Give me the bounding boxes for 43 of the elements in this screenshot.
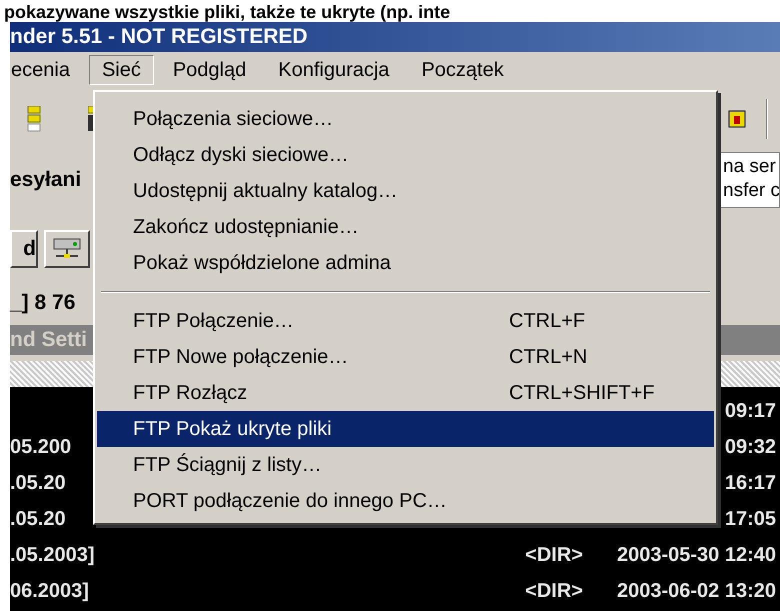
menu-item[interactable]: FTP Rozłącz CTRL+SHIFT+F — [97, 375, 714, 411]
file-time: 09:17 — [724, 399, 776, 424]
window-title: nder 5.51 - NOT REGISTERED — [10, 24, 308, 50]
menu-item[interactable]: Udostępnij aktualny katalog… — [97, 173, 714, 209]
file-name: .05.20 — [10, 471, 66, 496]
free-space-text: _] 8 76 — [10, 290, 76, 316]
panel-label: esyłani — [10, 167, 82, 194]
floppy-icon[interactable] — [728, 110, 746, 128]
menu-item[interactable]: FTP Pokaż ukryte pliki — [97, 411, 714, 447]
menu-item[interactable]: Konfiguracja — [265, 55, 402, 85]
file-name: .05.20 — [10, 507, 66, 532]
caption-text: pokazywane wszystkie pliki, także te ukryte (np. inte — [4, 2, 450, 22]
path-text: nd Setti — [10, 327, 87, 354]
file-time: 17:05 — [724, 507, 776, 532]
menu-item[interactable]: Podgląd — [160, 55, 260, 85]
menu-item[interactable]: FTP Nowe połączenie… CTRL+N — [97, 339, 714, 375]
menu-item[interactable]: Połączenia sieciowe… — [97, 101, 714, 137]
menu-item[interactable]: Odłącz dyski sieciowe… — [97, 137, 714, 173]
file-date: 2003-05-30 12:40 — [616, 543, 776, 568]
file-time: 16:17 — [724, 471, 776, 496]
network-drive-button[interactable] — [44, 230, 90, 268]
menu-item[interactable]: ecenia — [10, 55, 83, 85]
menu-item[interactable]: Zakończ udostępnianie… — [97, 209, 714, 245]
file-stack-icon[interactable] — [26, 106, 42, 132]
shortcut-text: CTRL+N — [509, 345, 588, 370]
file-name: 06.2003] — [10, 579, 89, 604]
file-name: 05.200 — [10, 435, 72, 460]
info-text: na ser — [723, 155, 777, 179]
file-time: 09:32 — [724, 435, 776, 460]
shortcut-text: CTRL+F — [509, 309, 586, 334]
menu-item[interactable]: FTP Ściągnij z listy… — [97, 447, 714, 483]
menu-item[interactable]: Początek — [408, 55, 517, 85]
file-name: .05.2003] — [10, 543, 95, 568]
menu-item[interactable]: Sieć — [88, 55, 154, 85]
menu-item[interactable]: FTP Połączenie… CTRL+F — [97, 303, 714, 339]
network-drive-icon — [52, 237, 82, 261]
file-date: 2003-06-02 13:20 — [616, 579, 776, 604]
menu-item[interactable]: Pokaż współdzielone admina — [97, 245, 714, 281]
drive-button[interactable]: d — [10, 230, 38, 268]
shortcut-text: CTRL+SHIFT+F — [509, 381, 655, 406]
file-size: <DIR> — [525, 579, 583, 604]
menu-item[interactable]: PORT podłączenie do innego PC… — [97, 483, 714, 519]
file-size: <DIR> — [525, 543, 583, 568]
